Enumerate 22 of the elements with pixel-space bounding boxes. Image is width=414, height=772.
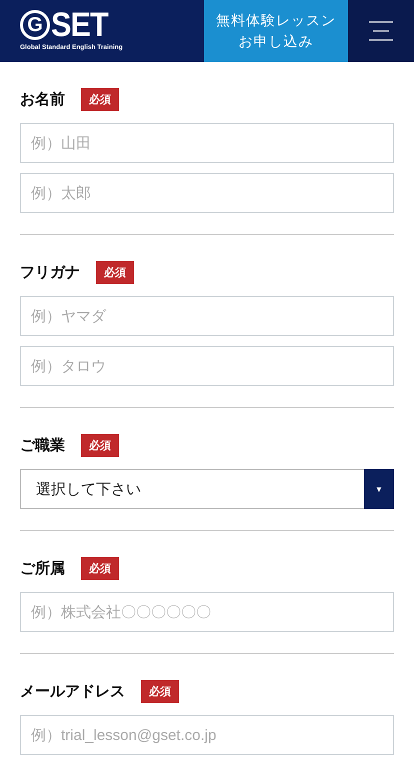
menu-button[interactable] xyxy=(348,0,414,62)
input-field[interactable]: 例）山田 xyxy=(20,123,394,163)
field-label: メールアドレス xyxy=(20,682,125,700)
required-badge: 必須 xyxy=(141,680,179,702)
field-label: ご所属 xyxy=(20,558,65,578)
field-label: ご職業 xyxy=(20,436,65,454)
menu-icon xyxy=(369,21,393,41)
required-badge: 必須 xyxy=(81,556,119,580)
logo-mark: G xyxy=(20,10,50,40)
input-field[interactable]: 例）trial_lesson@gset.co.jp xyxy=(20,715,394,755)
field-label: フリガナ xyxy=(20,262,80,282)
input-field[interactable]: 例）太郎 xyxy=(20,173,394,213)
input-field[interactable]: 例）ヤマダ xyxy=(20,296,394,336)
input-field[interactable]: 例）タロウ xyxy=(20,346,394,386)
trial-lesson-button[interactable]: 無料体験レッスン お申し込み xyxy=(204,0,348,62)
select-field[interactable]: 選択して下さい ▼ xyxy=(20,469,394,509)
required-badge: 必須 xyxy=(81,88,119,110)
required-badge: 必須 xyxy=(96,260,134,284)
input-field[interactable]: 例）株式会社〇〇〇〇〇〇 xyxy=(20,592,394,632)
required-badge: 必須 xyxy=(81,434,119,456)
logo-name: SET xyxy=(51,8,108,42)
field-label: お名前 xyxy=(20,90,65,108)
